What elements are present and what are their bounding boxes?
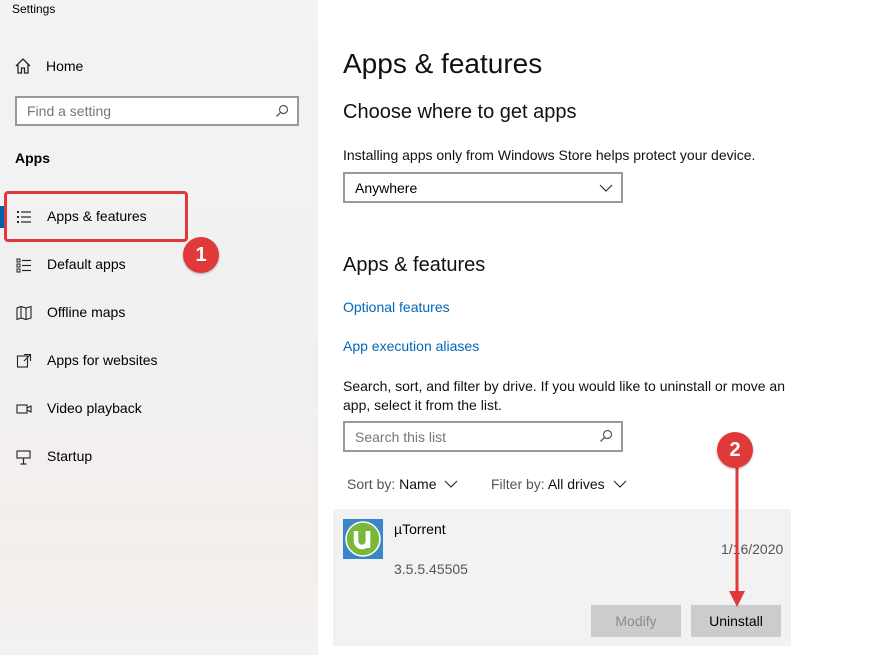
- chevron-down-icon: [599, 184, 613, 192]
- sort-by-value: Name: [399, 476, 437, 492]
- sort-by-key: Sort by:: [347, 476, 396, 492]
- apps-features-heading: Apps & features: [343, 254, 486, 276]
- chevron-down-icon: [613, 480, 626, 488]
- default-apps-icon: [16, 258, 31, 273]
- search-icon[interactable]: [275, 104, 289, 118]
- page-title: Apps & features: [343, 48, 543, 79]
- app-name: µTorrent: [394, 521, 446, 537]
- app-execution-aliases-link[interactable]: App execution aliases: [343, 338, 479, 354]
- utorrent-app-icon: [343, 519, 383, 559]
- sidebar: Settings Home Find a setting Apps Apps &…: [0, 0, 318, 655]
- video-icon: [16, 404, 32, 414]
- sidebar-item-label: Apps for websites: [47, 352, 158, 368]
- sidebar-item-label: Offline maps: [47, 304, 126, 320]
- annotation-badge-2: 2: [717, 432, 753, 468]
- annotation-badge-1: 1: [183, 237, 219, 273]
- home-icon: [15, 58, 31, 74]
- find-setting-search[interactable]: Find a setting: [15, 96, 299, 126]
- sidebar-item-label: Default apps: [47, 256, 126, 272]
- search-icon[interactable]: [599, 429, 613, 443]
- app-source-dropdown[interactable]: Anywhere: [343, 172, 623, 203]
- choose-apps-description: Installing apps only from Windows Store …: [343, 147, 756, 163]
- link-window-icon: [16, 353, 32, 368]
- choose-apps-heading: Choose where to get apps: [343, 101, 577, 123]
- filter-by-dropdown[interactable]: Filter by: All drives: [491, 476, 627, 492]
- sidebar-item-label: Video playback: [47, 400, 142, 416]
- annotation-arrow: [729, 455, 745, 607]
- search-list-input[interactable]: Search this list: [343, 421, 623, 452]
- window-title: Settings: [12, 2, 56, 16]
- sidebar-item-video-playback[interactable]: Video playback: [0, 385, 318, 433]
- section-heading-apps: Apps: [15, 150, 50, 166]
- sidebar-item-default-apps[interactable]: Default apps: [0, 241, 318, 289]
- sort-by-dropdown[interactable]: Sort by: Name: [347, 476, 458, 492]
- home-label: Home: [46, 58, 84, 74]
- filter-by-key: Filter by:: [491, 476, 545, 492]
- find-setting-placeholder: Find a setting: [27, 103, 112, 119]
- list-description-line1: Search, sort, and filter by drive. If yo…: [343, 378, 785, 394]
- search-list-placeholder: Search this list: [355, 429, 447, 445]
- startup-icon: [16, 450, 31, 465]
- filter-by-value: All drives: [547, 476, 605, 492]
- map-icon: [16, 305, 32, 321]
- sidebar-item-apps-for-websites[interactable]: Apps for websites: [0, 337, 318, 385]
- home-nav-item[interactable]: Home: [14, 54, 83, 78]
- app-source-value: Anywhere: [355, 180, 418, 196]
- sidebar-item-offline-maps[interactable]: Offline maps: [0, 289, 318, 337]
- sidebar-item-startup[interactable]: Startup: [0, 433, 318, 481]
- optional-features-link[interactable]: Optional features: [343, 299, 450, 315]
- app-list-item[interactable]: µTorrent 3.5.5.45505 1/16/2020 Modify Un…: [333, 509, 791, 646]
- chevron-down-icon: [444, 480, 458, 488]
- annotation-highlight-box: [4, 191, 188, 242]
- app-version: 3.5.5.45505: [394, 561, 468, 577]
- list-description-line2: app, select it from the list.: [343, 397, 502, 413]
- sidebar-item-label: Startup: [47, 448, 93, 464]
- modify-button[interactable]: Modify: [591, 605, 681, 637]
